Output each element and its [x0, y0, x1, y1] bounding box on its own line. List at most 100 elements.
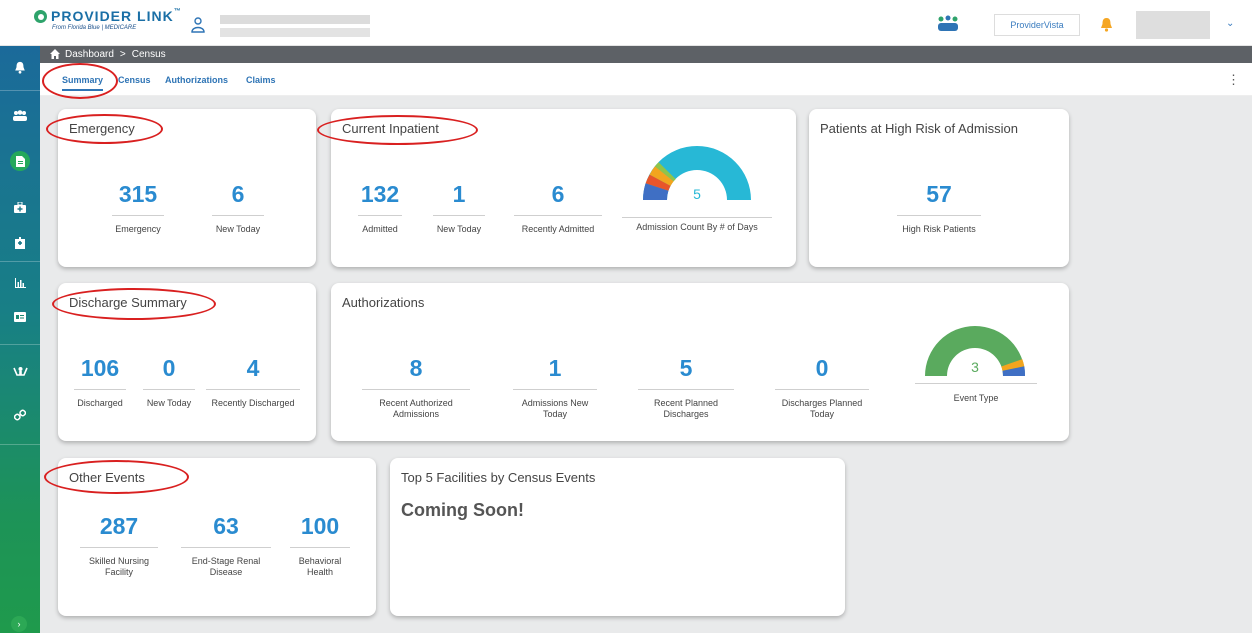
stat-label: New Today [215, 224, 261, 234]
stat-value: 4 [246, 355, 260, 381]
stat-value: 1 [452, 181, 466, 207]
tab-authorizations[interactable]: Authorizations [165, 75, 228, 85]
stat-label: Recently Discharged [211, 398, 295, 408]
dashboard-main: Emergency 315 Emergency 6 New Today Curr… [40, 96, 1252, 633]
sidebar: › [0, 46, 40, 633]
stat-admitted[interactable]: 132 Admitted [358, 181, 402, 235]
tab-bar: Summary Census Authorizations Claims ⋮ [40, 63, 1252, 96]
annotation-circle [52, 288, 216, 320]
stat-end-stage-renal-disease[interactable]: 63 End-Stage Renal Disease [181, 513, 271, 578]
card-title: Top 5 Facilities by Census Events [401, 470, 596, 485]
annotation-circle [317, 115, 478, 145]
stat-label: Discharged [77, 398, 123, 408]
stat-value: 0 [815, 355, 829, 381]
sidebar-medical-bag-icon[interactable] [0, 192, 40, 222]
stat-value: 6 [231, 181, 245, 207]
stat-new-today[interactable]: 1 New Today [433, 181, 485, 235]
stat-label: Discharges Planned Today [781, 398, 863, 419]
stat-emergency[interactable]: 315 Emergency [112, 181, 164, 235]
stat-label: End-Stage Renal Disease [191, 556, 261, 577]
bell-icon[interactable] [1100, 17, 1113, 32]
stat-recently-discharged[interactable]: 4 Recently Discharged [206, 355, 300, 409]
stat-label: Recently Admitted [521, 224, 595, 234]
top-header: PROVIDER LINK™ From Florida Blue | MEDIC… [0, 0, 1252, 46]
gauge-label: Admission Count By # of Days [622, 217, 772, 232]
coming-soon-text: Coming Soon! [401, 500, 524, 520]
stat-value: 57 [926, 181, 952, 207]
stat-value: 63 [213, 513, 239, 539]
chevron-down-icon[interactable]: ⌄ [1226, 18, 1234, 29]
stat-value: 8 [409, 355, 423, 381]
stat-label: High Risk Patients [902, 224, 976, 234]
sidebar-id-card-icon[interactable] [0, 302, 40, 332]
annotation-circle [42, 63, 118, 99]
authorizations-card[interactable]: Authorizations 8 Recent Authorized Admis… [331, 283, 1069, 441]
chevron-right-icon: › [17, 619, 21, 629]
logo-text: PROVIDER LINK [51, 8, 174, 24]
stat-new-today[interactable]: 0 New Today [141, 355, 197, 409]
user-menu[interactable] [1136, 11, 1210, 39]
sidebar-expand-button[interactable]: › [11, 616, 27, 632]
stat-skilled-nursing-facility[interactable]: 287 Skilled Nursing Facility [80, 513, 158, 578]
stat-discharges-planned-today[interactable]: 0 Discharges Planned Today [775, 355, 869, 420]
stat-value: 5 [679, 355, 693, 381]
stat-value: 315 [118, 181, 158, 207]
stat-value: 0 [162, 355, 176, 381]
stat-recently-admitted[interactable]: 6 Recently Admitted [514, 181, 602, 235]
breadcrumb: Dashboard > Census [40, 46, 1252, 63]
stat-label: Admissions New Today [521, 398, 589, 419]
card-title: Patients at High Risk of Admission [820, 121, 1018, 136]
stat-label: New Today [146, 398, 192, 408]
stat-high-risk-patients[interactable]: 57 High Risk Patients [897, 181, 981, 235]
sidebar-building-icon[interactable] [0, 228, 40, 258]
user-icon[interactable] [191, 17, 205, 33]
breadcrumb-current: Census [131, 49, 166, 60]
gauge-value: 5 [693, 186, 701, 202]
stat-label: Skilled Nursing Facility [88, 556, 150, 577]
sidebar-users-icon[interactable] [0, 101, 40, 131]
tab-claims[interactable]: Claims [246, 75, 276, 85]
tab-census[interactable]: Census [118, 75, 151, 85]
providervista-button[interactable]: ProviderVista [994, 14, 1080, 36]
gauge-label: Event Type [915, 383, 1037, 403]
stat-value: 1 [548, 355, 562, 381]
stat-recent-planned-discharges[interactable]: 5 Recent Planned Discharges [638, 355, 734, 420]
stat-new-today[interactable]: 6 New Today [212, 181, 264, 235]
redacted-field [220, 15, 370, 24]
sidebar-bell-icon[interactable] [0, 52, 40, 82]
stat-label: Emergency [115, 224, 161, 234]
stat-discharged[interactable]: 106 Discharged [74, 355, 126, 409]
stat-recent-authorized-admissions[interactable]: 8 Recent Authorized Admissions [362, 355, 470, 420]
sidebar-divider [0, 261, 40, 262]
sidebar-hands-icon[interactable] [0, 356, 40, 386]
logo-subtitle: From Florida Blue | MEDICARE [52, 25, 137, 31]
top-facilities-card[interactable]: Top 5 Facilities by Census Events Coming… [390, 458, 845, 616]
stat-label: New Today [436, 224, 482, 234]
more-options-icon[interactable]: ⋮ [1227, 72, 1240, 88]
stat-value: 100 [300, 513, 340, 539]
sidebar-document-icon[interactable] [0, 146, 40, 176]
sidebar-chart-icon[interactable] [0, 268, 40, 298]
sidebar-link-icon[interactable] [0, 400, 40, 430]
annotation-circle [46, 114, 163, 144]
card-title: Authorizations [342, 295, 425, 310]
breadcrumb-dashboard-link[interactable]: Dashboard [65, 49, 114, 60]
stat-behavioral-health[interactable]: 100 Behavioral Health [290, 513, 350, 578]
sidebar-divider [0, 444, 40, 445]
redacted-field [220, 28, 370, 37]
stat-value: 132 [360, 181, 400, 207]
stat-label: Admitted [362, 224, 398, 234]
stat-label: Recent Authorized Admissions [379, 398, 453, 419]
stat-admissions-new-today[interactable]: 1 Admissions New Today [513, 355, 597, 420]
stat-label: Recent Planned Discharges [653, 398, 719, 419]
sidebar-divider [0, 90, 40, 91]
home-icon[interactable] [50, 49, 60, 59]
people-icon[interactable] [937, 15, 959, 33]
stat-value: 106 [80, 355, 120, 381]
breadcrumb-separator: > [119, 49, 126, 60]
providervista-label: ProviderVista [1010, 20, 1064, 30]
high-risk-card[interactable]: Patients at High Risk of Admission 57 Hi… [809, 109, 1069, 267]
logo-trademark: ™ [173, 8, 182, 15]
stat-label: Behavioral Health [298, 556, 342, 577]
gauge-value: 3 [971, 359, 979, 375]
